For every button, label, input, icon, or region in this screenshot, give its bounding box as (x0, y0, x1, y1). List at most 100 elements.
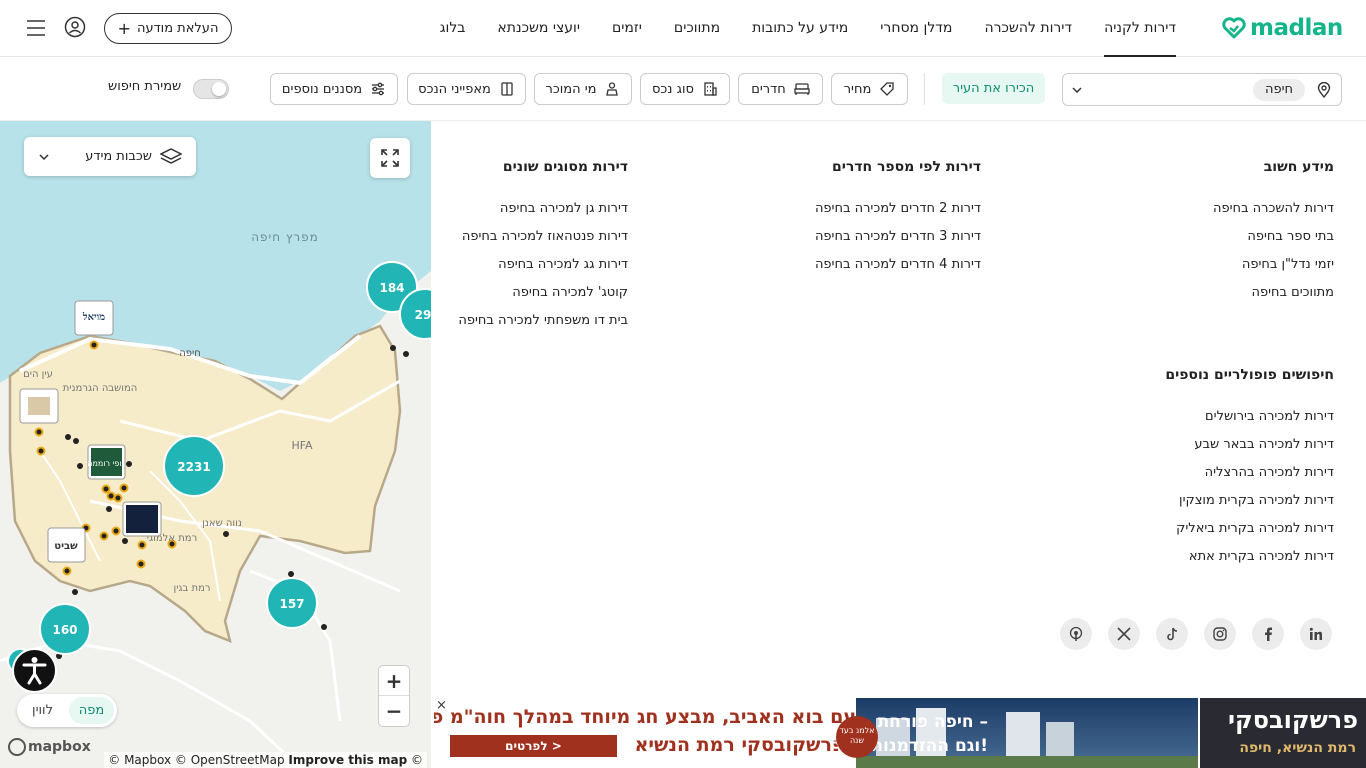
link-item[interactable]: דירות למכירה בקרית ביאליק (1165, 521, 1334, 549)
nav-blog[interactable]: בלוג (440, 0, 466, 57)
ad-brand-location: רמת הנשיא, חיפה (1239, 740, 1356, 756)
link-item[interactable]: דירות גן למכירה בחיפה (458, 201, 628, 229)
link-item[interactable]: דירות 3 חדרים למכירה בחיפה (815, 229, 981, 257)
x-twitter-button[interactable] (1108, 618, 1140, 650)
ad-details-button[interactable]: לפרטים > (450, 735, 617, 757)
map-canvas[interactable]: מפרץ חיפה חיפה HFA עין הים המושבה הגרמני… (0, 121, 431, 768)
cluster-2231[interactable]: 2231 (163, 435, 225, 497)
podcast-button[interactable] (1060, 618, 1092, 650)
price-filter-button[interactable]: מחיר (831, 73, 908, 105)
plus-icon: + (117, 18, 131, 38)
hfa-label: HFA (291, 439, 313, 452)
project-marker-moyal[interactable]: מויאל (74, 300, 114, 336)
nav-agents[interactable]: מתווכים (674, 0, 720, 57)
link-item[interactable]: דירות למכירה בירושלים (1165, 409, 1334, 437)
attribution-improve-link[interactable]: Improve this map (288, 753, 407, 767)
nav-mortgage-advisors[interactable]: יועצי משכנתא (497, 0, 580, 57)
podcast-icon (1069, 626, 1083, 641)
types-column: דירות מסוגים שונים דירות גן למכירה בחיפה… (458, 159, 628, 341)
project-marker-generic[interactable] (19, 388, 59, 424)
link-item[interactable]: דירות למכירה בבאר שבע (1165, 437, 1334, 465)
ad-banner[interactable]: × עם בוא האביב, מבצע חג מיוחד במהלך חוה"… (434, 698, 1366, 768)
hamburger-menu-icon[interactable] (26, 19, 46, 37)
nav-developers[interactable]: יזמים (612, 0, 642, 57)
accessibility-icon (22, 657, 47, 685)
popular-heading: חיפושים פופולריים נוספים (1165, 367, 1334, 383)
link-item[interactable]: קוטג' למכירה בחיפה (458, 285, 628, 313)
social-links (1060, 618, 1332, 650)
link-item[interactable]: בית דו משפחתי למכירה בחיפה (458, 313, 628, 341)
satellite-mode-option[interactable]: לווין (20, 697, 65, 724)
link-item[interactable]: דירות פנטהאוז למכירה בחיפה (458, 229, 628, 257)
save-search-toggle[interactable] (193, 79, 229, 99)
facebook-button[interactable] (1252, 618, 1284, 650)
ad-subheadline: בפרשקובסקי רמת הנשיא (634, 734, 856, 756)
more-filters-button[interactable]: מסננים נוספים (270, 73, 398, 105)
seller-filter-button[interactable]: מי המוכר (534, 73, 632, 105)
filter-bar: חיפה הכירו את העיר מחיר חדרים סוג נכס מי… (0, 57, 1366, 121)
attribution-copyright: © (411, 753, 423, 767)
property-features-filter-button[interactable]: מאפייני הנכס (407, 73, 526, 105)
map-layers-button[interactable]: שכבות מידע (24, 137, 196, 176)
accessibility-button[interactable] (12, 648, 57, 693)
elevator-icon (501, 82, 513, 96)
link-item[interactable]: דירות 2 חדרים למכירה בחיפה (815, 201, 981, 229)
nav-address-info[interactable]: מידע על כתובות (752, 0, 848, 57)
layers-icon (160, 147, 182, 164)
city-chip[interactable]: חיפה (1252, 79, 1305, 101)
upload-listing-button[interactable]: + העלאת מודעה (104, 13, 232, 44)
attribution-osm-link[interactable]: © OpenStreetMap (175, 753, 285, 767)
ad-badge: אלמנ בעד שנה (836, 716, 878, 758)
nav-buy-apartments[interactable]: דירות לקניה (1104, 0, 1176, 57)
fullscreen-button[interactable] (370, 138, 410, 178)
nav-commercial[interactable]: מדלן מסחרי (880, 0, 952, 57)
tiktok-button[interactable] (1156, 618, 1188, 650)
rooms-filter-button[interactable]: חדרים (738, 73, 823, 105)
link-item[interactable]: מתווכים בחיפה (1213, 285, 1334, 313)
link-item[interactable]: יזמי נדל"ן בחיפה (1213, 257, 1334, 285)
link-item[interactable]: דירות להשכרה בחיפה (1213, 201, 1334, 229)
project-marker-dark[interactable] (122, 501, 162, 537)
map-mode-option[interactable]: מפה (69, 697, 114, 724)
property-type-filter-button[interactable]: סוג נכס (640, 73, 730, 105)
map-panel[interactable]: מפרץ חיפה חיפה HFA עין הים המושבה הגרמני… (0, 121, 431, 768)
nav-rent-apartments[interactable]: דירות להשכרה (984, 0, 1072, 57)
price-filter-label: מחיר (843, 81, 872, 97)
link-item[interactable]: דירות 4 חדרים למכירה בחיפה (815, 257, 981, 285)
seller-filter-label: מי המוכר (545, 81, 597, 97)
neve-shaanan-label: נווה שאנן (202, 518, 242, 529)
zoom-in-button[interactable]: + (379, 666, 409, 696)
mapbox-circle-icon (8, 738, 26, 756)
link-item[interactable]: דירות גג למכירה בחיפה (458, 257, 628, 285)
column-heading: דירות מסוגים שונים (502, 159, 628, 175)
seller-person-icon (606, 82, 619, 96)
cluster-count: 2231 (177, 460, 210, 474)
zoom-out-button[interactable]: − (379, 696, 409, 726)
chevron-down-icon[interactable] (1071, 84, 1083, 96)
seo-links-panel: מידע חשוב דירות להשכרה בחיפה בתי ספר בחי… (431, 121, 1366, 698)
cluster-157[interactable]: 157 (266, 577, 318, 629)
link-item[interactable]: דירות למכירה בקרית מוצקין (1165, 493, 1334, 521)
property-features-filter-label: מאפייני הנכס (418, 81, 491, 97)
know-the-city-button[interactable]: הכירו את העיר (942, 73, 1045, 104)
city-search-field[interactable]: חיפה (1062, 73, 1342, 106)
zoom-controls: + − (379, 666, 409, 726)
link-item[interactable]: דירות למכירה בקרית אתא (1165, 549, 1334, 577)
important-info-column: מידע חשוב דירות להשכרה בחיפה בתי ספר בחי… (1213, 159, 1334, 313)
price-tag-icon (880, 82, 894, 96)
cluster-160[interactable]: 160 (39, 603, 91, 655)
mapbox-logo[interactable]: mapbox (8, 738, 91, 756)
link-item[interactable]: דירות למכירה בהרצליה (1165, 465, 1334, 493)
ein-hayam-label: עין הים (23, 369, 53, 380)
linkedin-button[interactable] (1300, 618, 1332, 650)
instagram-icon (1213, 627, 1227, 641)
instagram-button[interactable] (1204, 618, 1236, 650)
attribution-mapbox-link[interactable]: © Mapbox (108, 753, 171, 767)
project-marker-shavit[interactable]: שביט (47, 527, 86, 563)
sliders-icon (372, 82, 385, 96)
project-marker-nofei[interactable]: נופי רוממה (87, 444, 126, 480)
cluster-count: 160 (52, 623, 77, 637)
user-account-icon[interactable] (64, 16, 86, 38)
link-item[interactable]: בתי ספר בחיפה (1213, 229, 1334, 257)
madlan-logo[interactable]: madlan (1222, 12, 1343, 44)
